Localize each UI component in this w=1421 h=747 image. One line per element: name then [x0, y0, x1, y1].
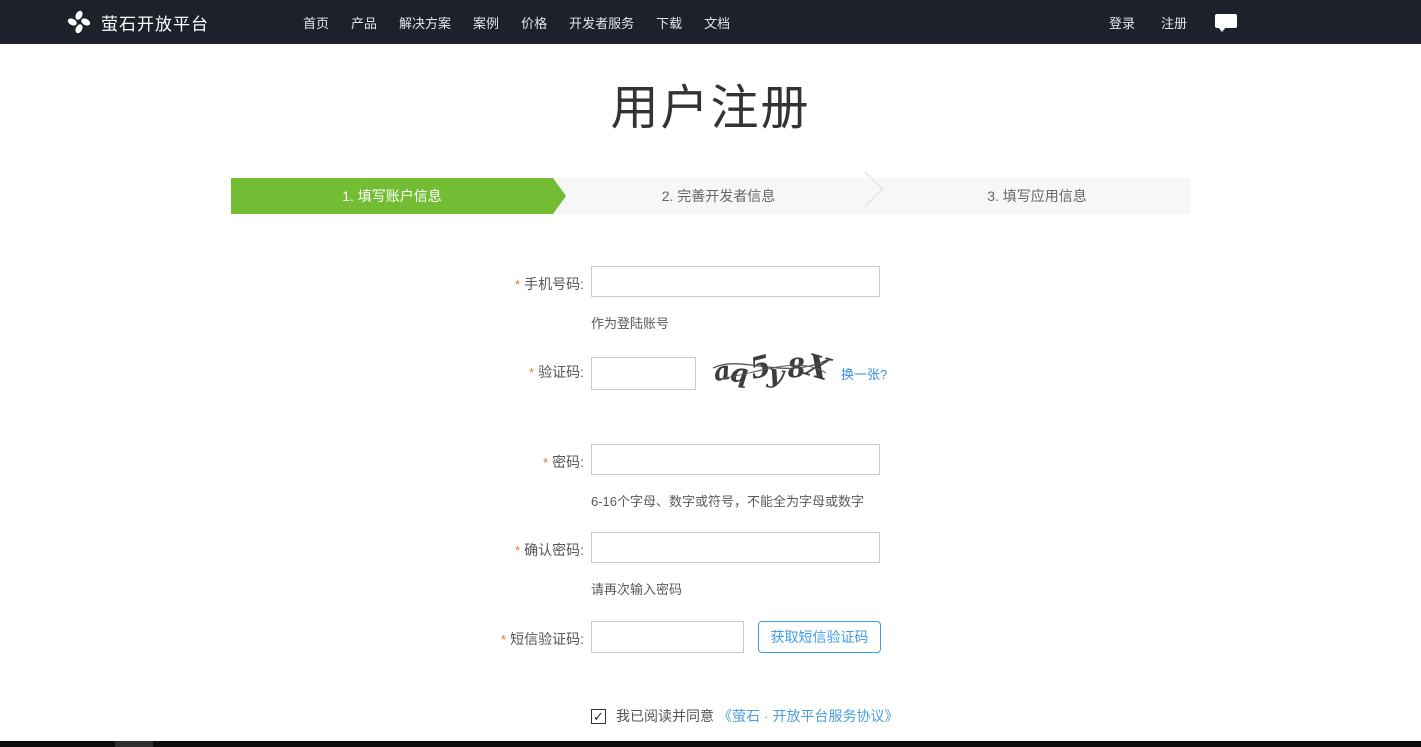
- form-row-agreement: 我已阅读并同意 《萤石 · 开放平台服务协议》: [231, 706, 1190, 726]
- sms-code-label: 短信验证码:: [510, 631, 584, 647]
- get-sms-code-button[interactable]: 获取短信验证码: [758, 621, 881, 653]
- auth-links: 登录 注册: [1083, 13, 1237, 32]
- brand-logo-icon: [66, 9, 92, 35]
- phone-hint: 作为登陆账号: [591, 313, 880, 332]
- captcha-text: aq5y8X: [713, 361, 829, 378]
- form-row-sms-code: * 短信验证码: 获取短信验证码: [231, 621, 1190, 653]
- agreement-text: 我已阅读并同意: [616, 706, 714, 726]
- form-row-phone: * 手机号码: 作为登陆账号: [231, 266, 1190, 332]
- step-separator-chevron-icon: [847, 171, 882, 206]
- captcha-label: 验证码:: [538, 364, 584, 380]
- step-1-account-info: 1. 填写账户信息: [231, 178, 553, 214]
- confirm-password-label: 确认密码:: [524, 542, 584, 558]
- form-row-password: * 密码: 6-16个字母、数字或符号，不能全为字母或数字: [231, 444, 1190, 510]
- password-hint: 6-16个字母、数字或符号，不能全为字母或数字: [591, 491, 880, 510]
- step-2-label: 2. 完善开发者信息: [662, 186, 776, 206]
- brand[interactable]: 萤石开放平台: [66, 9, 209, 35]
- registration-steps: 1. 填写账户信息 2. 完善开发者信息 3. 填写应用信息: [231, 178, 1190, 214]
- captcha-refresh-link[interactable]: 换一张?: [841, 364, 887, 383]
- nav-pricing[interactable]: 价格: [521, 13, 547, 32]
- captcha-input[interactable]: [591, 357, 696, 390]
- sms-code-input[interactable]: [591, 621, 744, 653]
- required-asterisk: *: [543, 455, 548, 470]
- step-2-developer-info: 2. 完善开发者信息: [553, 178, 884, 214]
- bottom-screen-edge: [0, 741, 1421, 747]
- service-agreement-link[interactable]: 《萤石 · 开放平台服务协议》: [718, 706, 898, 726]
- chat-bubble-icon[interactable]: [1215, 14, 1237, 30]
- step-1-label: 1. 填写账户信息: [342, 186, 442, 206]
- required-asterisk: *: [515, 543, 520, 558]
- captcha-image[interactable]: aq5y8X: [711, 351, 829, 389]
- top-navbar: 萤石开放平台 首页 产品 解决方案 案例 价格 开发者服务 下载 文档 登录 注…: [0, 0, 1421, 44]
- main-nav: 首页 产品 解决方案 案例 价格 开发者服务 下载 文档: [303, 13, 752, 32]
- registration-form: * 手机号码: 作为登陆账号 * 验证码: aq5y8X 换一张? * 密码:: [231, 266, 1190, 747]
- password-input[interactable]: [591, 444, 880, 475]
- required-asterisk: *: [529, 365, 534, 380]
- nav-cases[interactable]: 案例: [473, 13, 499, 32]
- phone-input[interactable]: [591, 266, 880, 297]
- form-row-confirm-password: * 确认密码: 请再次输入密码: [231, 532, 1190, 598]
- page-title: 用户注册: [0, 68, 1421, 138]
- phone-label: 手机号码:: [524, 276, 584, 292]
- nav-home[interactable]: 首页: [303, 13, 329, 32]
- login-link[interactable]: 登录: [1109, 13, 1135, 32]
- nav-developer-services[interactable]: 开发者服务: [569, 13, 634, 32]
- confirm-password-hint: 请再次输入密码: [591, 579, 880, 598]
- password-label: 密码:: [552, 454, 584, 470]
- required-asterisk: *: [515, 277, 520, 292]
- step-3-app-info: 3. 填写应用信息: [884, 178, 1190, 214]
- confirm-password-input[interactable]: [591, 532, 880, 563]
- nav-solutions[interactable]: 解决方案: [399, 13, 451, 32]
- step-3-label: 3. 填写应用信息: [987, 186, 1087, 206]
- form-row-captcha: * 验证码: aq5y8X 换一张?: [231, 354, 1190, 392]
- agreement-checkbox[interactable]: [591, 709, 606, 724]
- nav-products[interactable]: 产品: [351, 13, 377, 32]
- brand-name: 萤石开放平台: [101, 10, 209, 35]
- register-link[interactable]: 注册: [1161, 13, 1187, 32]
- nav-download[interactable]: 下载: [656, 13, 682, 32]
- required-asterisk: *: [501, 632, 506, 647]
- nav-docs[interactable]: 文档: [704, 13, 730, 32]
